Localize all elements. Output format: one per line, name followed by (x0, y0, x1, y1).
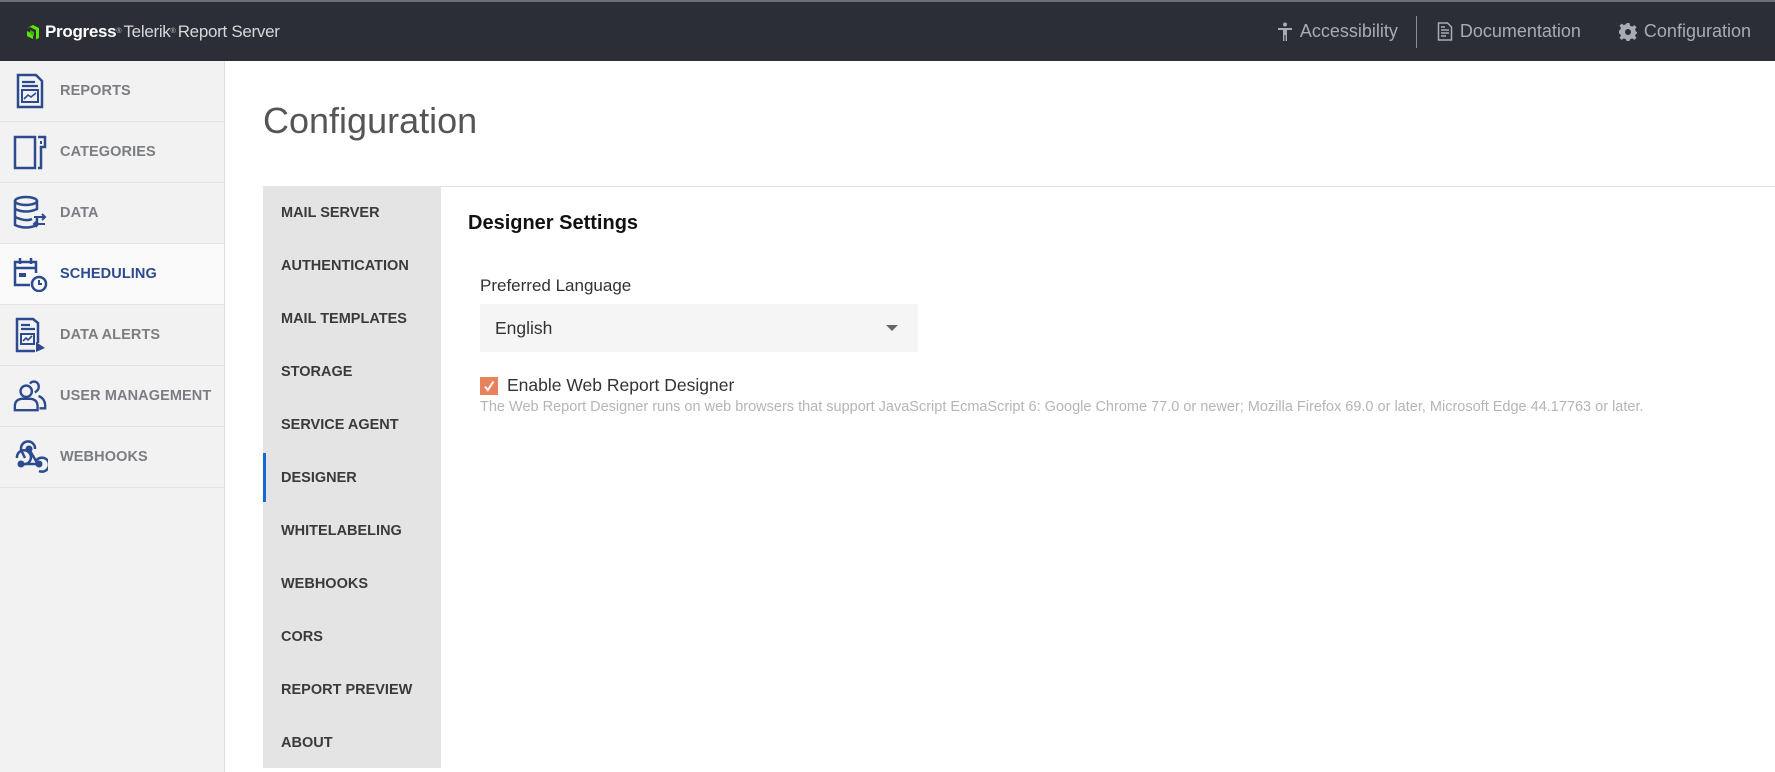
sidebar-label: REPORTS (60, 83, 131, 99)
sidebar-label: DATA ALERTS (60, 327, 161, 343)
top-header: Progress ® Telerik ® Report Server Accessi… (0, 2, 1775, 61)
progress-logo-icon (27, 24, 39, 39)
checkmark-icon (484, 380, 495, 392)
calendar-clock-icon (12, 255, 48, 293)
tab-report-preview[interactable]: REPORT PREVIEW (263, 663, 441, 716)
tab-whitelabeling[interactable]: WHITELABELING (263, 504, 441, 557)
tab-designer[interactable]: DESIGNER (263, 451, 441, 504)
users-icon (12, 377, 48, 415)
sidebar-item-data-alerts[interactable]: DATA ALERTS (0, 305, 224, 366)
tab-webhooks[interactable]: WEBHOOKS (263, 557, 441, 610)
tab-authentication[interactable]: AUTHENTICATION (263, 239, 441, 292)
registered-mark: ® (170, 28, 176, 35)
accessibility-label: Accessibility (1299, 21, 1398, 41)
header-links: Accessibility Documentation Configuratio… (1277, 2, 1751, 61)
tab-storage[interactable]: STORAGE (263, 345, 441, 398)
configuration-label: Configuration (1643, 21, 1751, 41)
main-sidebar: REPORTS CATEGORIES DATA SCHEDULING DATA … (0, 61, 225, 772)
brand-product-text: Report Server (177, 21, 280, 41)
tab-about[interactable]: ABOUT (263, 716, 441, 769)
data-alert-icon (12, 316, 48, 354)
documentation-label: Documentation (1459, 21, 1581, 41)
designer-settings-panel: Designer Settings Preferred Language Eng… (468, 212, 1644, 415)
designer-help-text: The Web Report Designer runs on web brow… (480, 399, 1644, 415)
tab-mail-server[interactable]: MAIL SERVER (263, 186, 441, 239)
panel-top-border (441, 186, 1775, 187)
config-tabs: MAIL SERVER AUTHENTICATION MAIL TEMPLATE… (263, 186, 441, 768)
page-title: Configuration (263, 100, 478, 141)
registered-mark: ® (116, 28, 122, 35)
brand-logo[interactable]: Progress ® Telerik ® Report Server (24, 22, 280, 42)
brand-progress-text: Progress (45, 21, 117, 41)
configuration-link[interactable]: Configuration (1618, 21, 1751, 42)
sidebar-label: CATEGORIES (60, 144, 156, 160)
database-icon (12, 194, 48, 232)
sidebar-label: DATA (60, 205, 99, 221)
sidebar-label: USER MANAGEMENT (60, 388, 212, 404)
enable-designer-label[interactable]: Enable Web Report Designer (507, 375, 734, 396)
sidebar-label: SCHEDULING (60, 266, 157, 282)
enable-designer-row: Enable Web Report Designer (480, 375, 734, 396)
categories-icon (12, 133, 48, 171)
documentation-link[interactable]: Documentation (1437, 21, 1581, 42)
sidebar-item-scheduling[interactable]: SCHEDULING (0, 244, 224, 305)
preferred-language-label: Preferred Language (480, 276, 632, 295)
sidebar-item-webhooks[interactable]: WEBHOOKS (0, 427, 224, 488)
brand-telerik-text: Telerik (123, 21, 171, 41)
webhook-icon (12, 438, 48, 476)
sidebar-item-user-management[interactable]: USER MANAGEMENT (0, 366, 224, 427)
sidebar-item-categories[interactable]: CATEGORIES (0, 122, 224, 183)
document-icon (1437, 22, 1453, 41)
sidebar-item-reports[interactable]: REPORTS (0, 61, 224, 122)
report-icon (12, 72, 48, 110)
selected-language: English (495, 317, 553, 338)
tab-cors[interactable]: CORS (263, 610, 441, 663)
preferred-language-select[interactable]: English (480, 304, 918, 352)
sidebar-label: WEBHOOKS (60, 449, 148, 465)
section-title: Designer Settings (468, 212, 639, 234)
caret-down-icon (886, 325, 898, 331)
accessibility-icon (1277, 22, 1292, 41)
header-separator (1415, 15, 1417, 48)
enable-designer-checkbox[interactable] (480, 376, 498, 395)
sidebar-item-data[interactable]: DATA (0, 183, 224, 244)
tab-mail-templates[interactable]: MAIL TEMPLATES (263, 292, 441, 345)
accessibility-link[interactable]: Accessibility (1277, 21, 1398, 42)
tab-service-agent[interactable]: SERVICE AGENT (263, 398, 441, 451)
gear-icon (1618, 22, 1637, 41)
